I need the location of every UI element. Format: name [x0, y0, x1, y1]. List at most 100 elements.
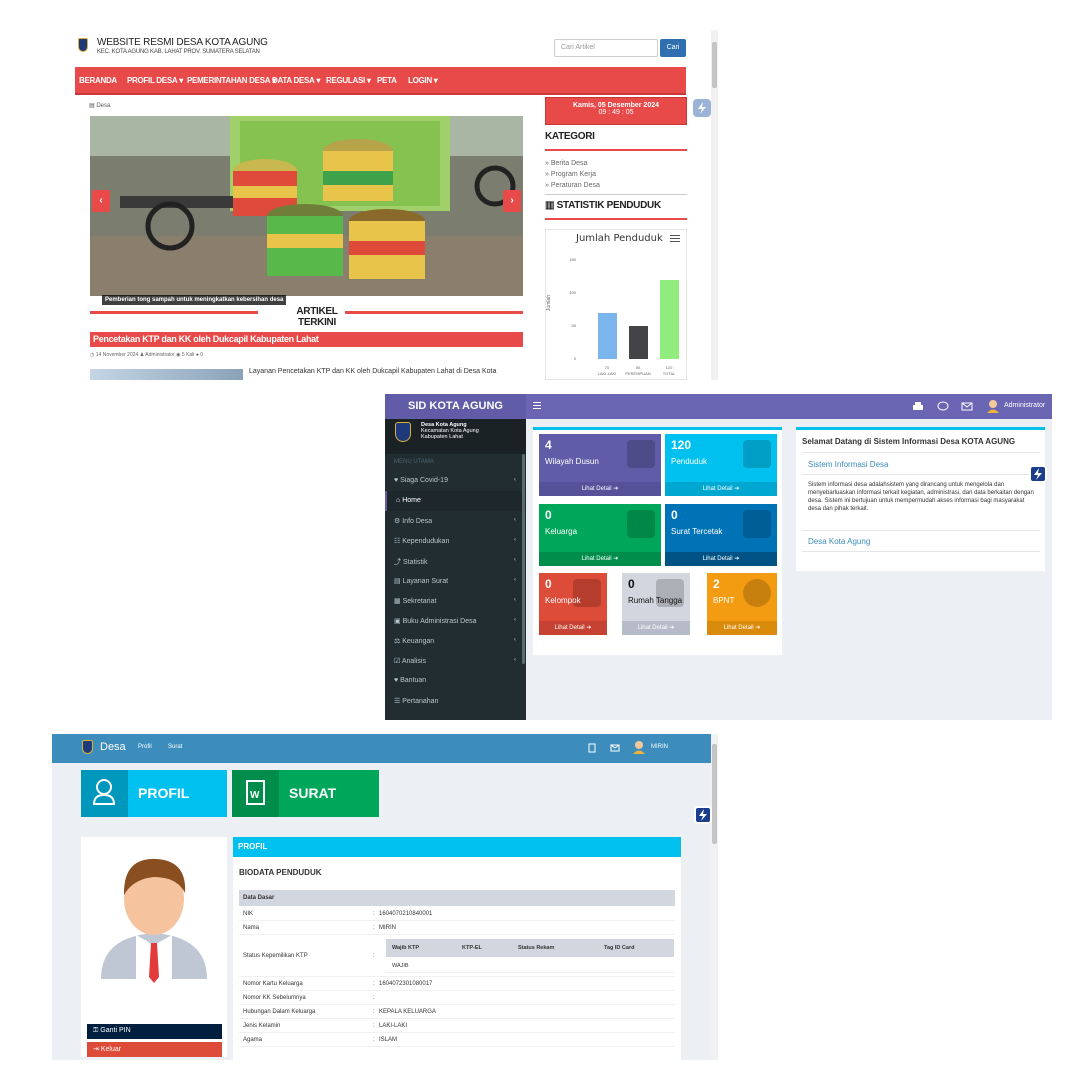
nav-item-profil-desa[interactable]: PROFIL DESA ▾	[127, 76, 183, 85]
surat-button[interactable]: W SURAT	[232, 770, 379, 817]
post-thumbnail[interactable]	[90, 369, 243, 380]
nav-surat[interactable]: Surat	[168, 744, 182, 750]
lihat-detail-link[interactable]: Lihat Detail ➔	[539, 621, 607, 635]
sidebar-item-info-desa[interactable]: ⚙ Info Desa ‹	[385, 511, 522, 531]
sidebar-item-layanan-surat[interactable]: ▤ Layanan Surat ‹	[385, 571, 522, 591]
scrollbar-thumb[interactable]	[712, 744, 717, 844]
chevron-left-icon: ‹	[514, 617, 516, 623]
sidebar-item-pertanahan[interactable]: ☰ Pertanahan	[385, 691, 522, 711]
table-row: Agama: ISLAM	[239, 1033, 675, 1047]
sidebar-item-label: Info Desa	[402, 518, 433, 525]
chart-menu-icon[interactable]	[670, 235, 680, 244]
ganti-pin-button[interactable]: ⚿ Ganti PIN	[87, 1024, 222, 1039]
category-item[interactable]: » Peraturan Desa	[545, 182, 600, 189]
stat-tile-kelompok[interactable]: 0 Kelompok Lihat Detail ➔	[539, 573, 607, 635]
avatar[interactable]	[632, 740, 646, 755]
nav-item-pemerintahan-desa[interactable]: PEMERINTAHAN DESA ▾	[187, 76, 276, 85]
x-tick-label: PEREMPUAN	[625, 371, 651, 376]
menu-toggle-icon[interactable]	[533, 402, 541, 411]
sidebar-item-home[interactable]: ⌂ Home	[385, 491, 522, 511]
footer-label: Lihat Detail	[581, 556, 612, 562]
sidebar-item-kependudukan[interactable]: ☷ Kependudukan ‹	[385, 531, 522, 551]
footer-label: Lihat Detail	[554, 625, 585, 631]
profil-button[interactable]: PROFIL	[81, 770, 227, 817]
tile-value: 0	[545, 577, 552, 591]
stat-tile-bpnt[interactable]: 2 BPNT Lihat Detail ➔	[707, 573, 777, 635]
lightning-icon[interactable]	[694, 806, 712, 824]
sidebar-item-analisis[interactable]: ☑ Analisis ‹	[385, 651, 522, 671]
lihat-detail-link[interactable]: Lihat Detail ➔	[539, 482, 661, 496]
stat-tile-rumah-tangga[interactable]: 0 Rumah Tangga Lihat Detail ➔	[622, 573, 690, 635]
post-meta: ◷ 14 November 2024 ♟ Administrator ◉ 5 K…	[90, 352, 204, 358]
chat-icon[interactable]	[937, 401, 949, 412]
sign-out-icon: ⇥	[93, 1046, 99, 1053]
nav-item-peta[interactable]: PETA	[377, 76, 397, 85]
mail-icon[interactable]	[961, 401, 973, 412]
tile-label: Rumah Tangga	[628, 596, 683, 605]
print-icon[interactable]	[912, 401, 924, 412]
category-item[interactable]: » Program Kerja	[545, 171, 596, 178]
slide-caption: Pemberian tong sampah untuk meningkatkan…	[102, 295, 287, 305]
sidebar-item-siaga-covid-19[interactable]: ♥ Siaga Covid-19 ‹	[385, 471, 522, 491]
column-header: Tag ID Card	[604, 945, 635, 951]
stat-tile-penduduk[interactable]: 120 Penduduk Lihat Detail ➔	[665, 434, 777, 496]
bar-laki-laki[interactable]	[598, 312, 617, 359]
bar-total[interactable]	[660, 279, 679, 359]
search-button[interactable]: Cari	[660, 39, 686, 57]
sidebar-item-sekretariat[interactable]: ▦ Sekretariat ‹	[385, 591, 522, 611]
image-slider: ‹ ›	[90, 116, 523, 296]
sidebar-item-bantuan[interactable]: ♥ Bantuan	[385, 671, 522, 691]
nav-item-beranda[interactable]: BERANDA	[79, 76, 117, 85]
arrow-circle-right-icon: ➔	[732, 556, 740, 562]
sidebar-item-keuangan[interactable]: ⚖ Keuangan ‹	[385, 631, 522, 651]
chevron-left-icon: ‹	[514, 557, 516, 563]
nav-item-login[interactable]: LOGIN ▾	[408, 76, 438, 85]
brand[interactable]: Desa	[100, 741, 126, 753]
archive-icon: ▦	[394, 598, 403, 605]
avatar[interactable]	[986, 399, 1000, 414]
app-name[interactable]: SID KOTA AGUNG	[385, 394, 526, 419]
lightning-icon[interactable]	[693, 99, 711, 117]
lihat-detail-link[interactable]: Lihat Detail ➔	[622, 621, 690, 635]
bar-perempuan[interactable]	[629, 326, 648, 359]
field-label: Nomor KK Sebelumnya	[243, 995, 306, 1001]
sidebar-item-buku-administrasi-desa[interactable]: ▣ Buku Administrasi Desa ‹	[385, 611, 522, 631]
info-link[interactable]: Sistem Informasi Desa	[808, 460, 888, 469]
user-name[interactable]: MIRIN	[651, 744, 668, 750]
user-icon	[81, 770, 128, 817]
category-item[interactable]: » Berita Desa	[545, 160, 587, 167]
tile-label: Keluarga	[545, 527, 578, 536]
post-title[interactable]: Pencetakan KTP dan KK oleh Dukcapil Kabu…	[90, 332, 523, 347]
lihat-detail-link[interactable]: Lihat Detail ➔	[539, 552, 661, 566]
stat-tile-keluarga[interactable]: 0 Keluarga Lihat Detail ➔	[539, 504, 661, 566]
nav-item-data-desa[interactable]: DATA DESA ▾	[272, 76, 320, 85]
slider-next-button[interactable]: ›	[503, 190, 521, 212]
user-name[interactable]: Administrator	[1004, 402, 1045, 409]
mail-icon[interactable]	[610, 743, 620, 753]
nav-profil[interactable]: Profil	[138, 744, 152, 750]
lihat-detail-link[interactable]: Lihat Detail ➔	[707, 621, 777, 635]
chevron-left-icon: ‹	[514, 597, 516, 603]
breadcrumb[interactable]: ▤ Desa	[89, 102, 110, 109]
scrollbar-thumb[interactable]	[712, 42, 717, 88]
lihat-detail-link[interactable]: Lihat Detail ➔	[665, 482, 777, 496]
search-input[interactable]: Cari Artikel	[554, 39, 658, 57]
desa-link[interactable]: Desa Kota Agung	[808, 537, 870, 546]
table-row: Hubungan Dalam Keluarga: KEPALA KELUARGA	[239, 1005, 675, 1019]
lightning-icon[interactable]	[1029, 465, 1047, 483]
tile-value: 120	[671, 438, 692, 452]
keluar-button[interactable]: ⇥ Keluar	[87, 1042, 222, 1057]
slider-prev-button[interactable]: ‹	[92, 190, 110, 212]
sidebar-item-label: Keuangan	[402, 638, 435, 645]
footer-label: Lihat Detail	[723, 625, 754, 631]
sidebar-scrollbar[interactable]	[522, 454, 525, 664]
bar-value-label: 50	[635, 365, 641, 370]
nav-item-regulasi[interactable]: REGULASI ▾	[326, 76, 371, 85]
lihat-detail-link[interactable]: Lihat Detail ➔	[665, 552, 777, 566]
sidebar-item-statistik[interactable]: ⤴ Statistik ‹	[385, 551, 522, 571]
stat-tile-wilayah-dusun[interactable]: 4 Wilayah Dusun Lihat Detail ➔	[539, 434, 661, 496]
document-icon[interactable]	[587, 743, 597, 753]
chart-title: Jumlah Penduduk	[576, 233, 663, 244]
stat-tile-surat-tercetak[interactable]: 0 Surat Tercetak Lihat Detail ➔	[665, 504, 777, 566]
desa-divider	[802, 551, 1040, 552]
